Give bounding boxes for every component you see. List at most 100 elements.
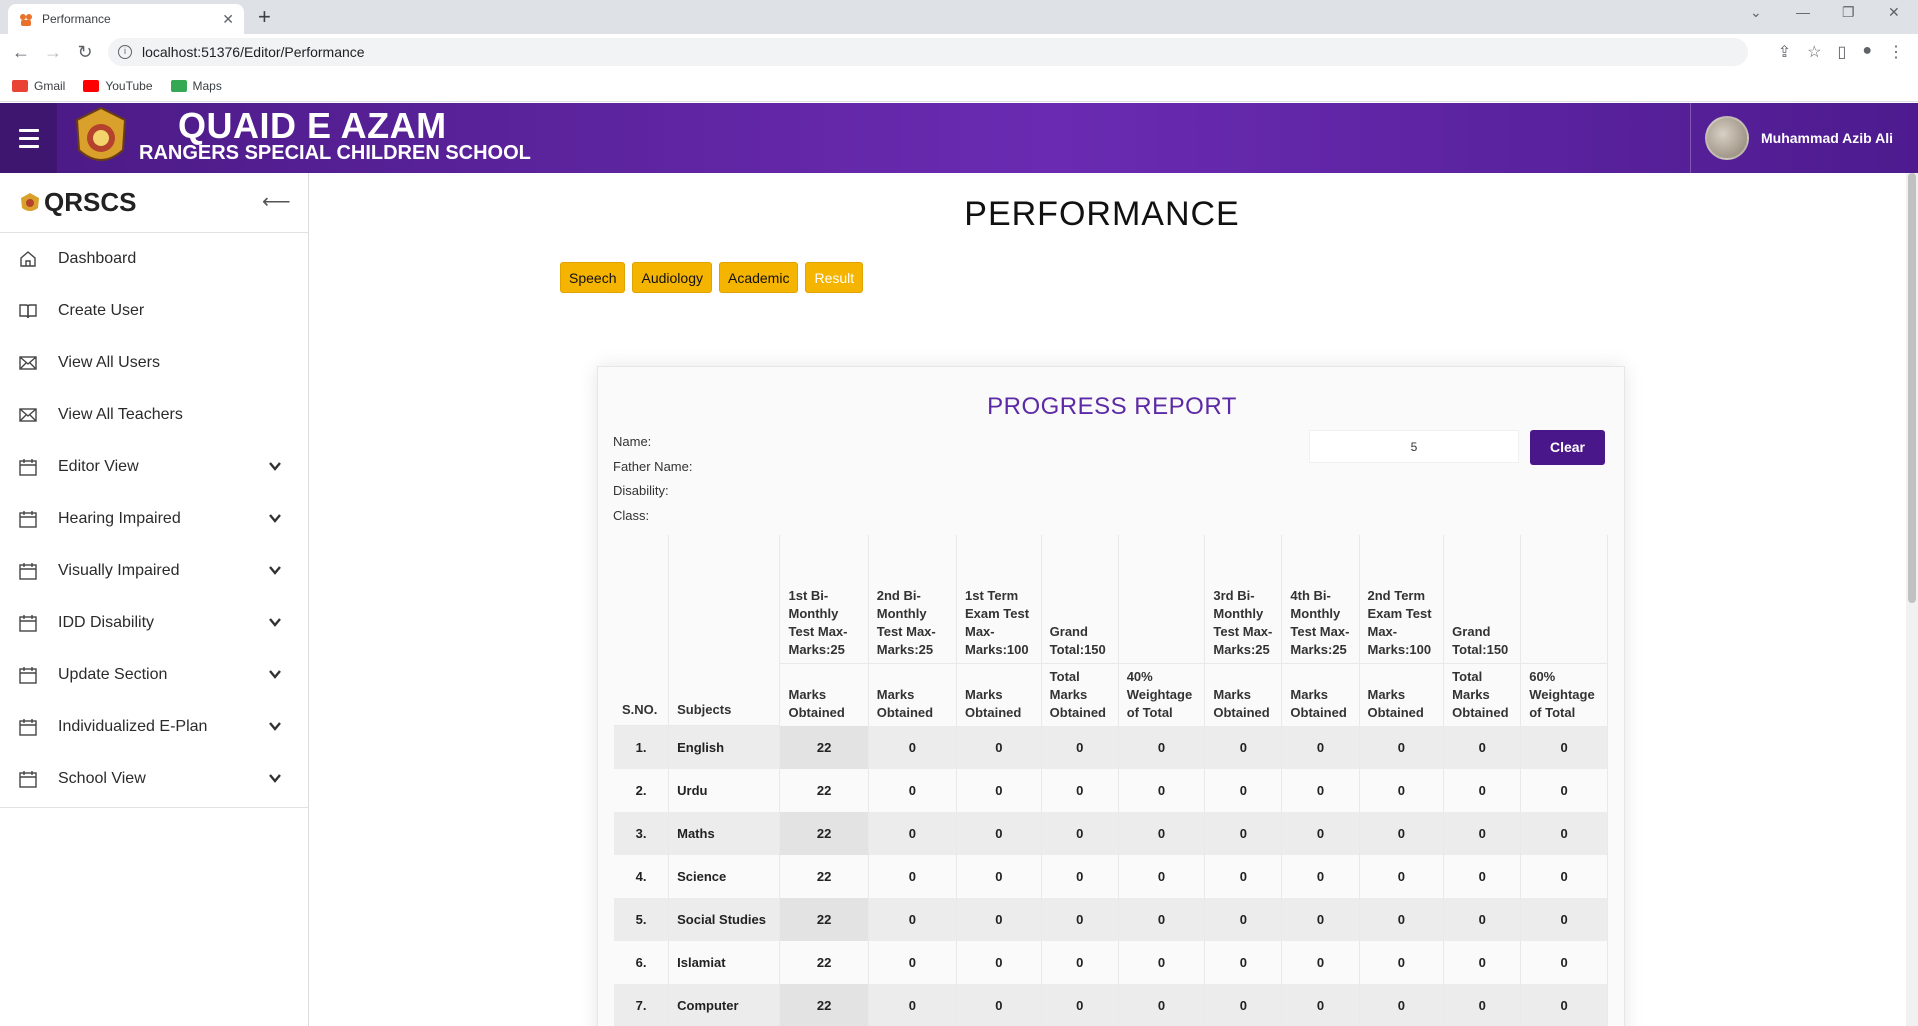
chevron-down-icon[interactable] — [268, 459, 282, 473]
performance-tabs: Speech Audiology Academic Result — [560, 262, 864, 293]
page-scrollbar[interactable] — [1906, 173, 1918, 1026]
marks-cell: 0 — [868, 768, 957, 812]
tab-speech[interactable]: Speech — [560, 262, 626, 293]
marks-cell: 0 — [1281, 725, 1360, 769]
calendar-icon — [18, 717, 38, 737]
marks-cell: 22 — [779, 811, 869, 855]
sidebar-item-editor-view[interactable]: Editor View — [0, 441, 309, 493]
maps-icon — [170, 79, 187, 92]
sidebar-item-label: IDD Disability — [58, 614, 155, 631]
column-header: Marks Obtained — [956, 663, 1042, 726]
hamburger-menu-icon[interactable] — [0, 103, 57, 173]
tab-result[interactable]: Result — [805, 262, 864, 293]
marks-cell: 0 — [1204, 897, 1283, 941]
menu-kebab-icon[interactable]: ⋮ — [1888, 42, 1904, 62]
chevron-down-icon[interactable] — [268, 511, 282, 525]
site-info-icon[interactable]: i — [118, 45, 132, 59]
marks-cell: 0 — [1359, 725, 1445, 769]
student-id-input[interactable]: 5 — [1309, 430, 1519, 463]
sidebar-item-dashboard[interactable]: Dashboard — [0, 233, 309, 285]
new-tab-icon[interactable]: + — [258, 6, 271, 28]
tab-academic[interactable]: Academic — [718, 262, 799, 293]
sidebar-item-view-all-teachers[interactable]: View All Teachers — [0, 389, 309, 441]
main-content: PERFORMANCE Speech Audiology Academic Re… — [310, 173, 1906, 1026]
marks-cell: 0 — [1118, 768, 1206, 812]
youtube-icon — [83, 79, 100, 92]
calendar-icon — [18, 769, 38, 789]
marks-cell: 0 — [1041, 768, 1119, 812]
marks-cell: 0 — [956, 940, 1042, 984]
chevron-down-icon[interactable] — [268, 667, 282, 681]
browser-tab[interactable]: Performance ✕ — [8, 4, 244, 34]
bookmark-youtube[interactable]: YouTube — [83, 79, 153, 93]
sno-cell: 7. — [614, 983, 670, 1026]
marks-cell: 0 — [1041, 725, 1119, 769]
chevron-down-icon[interactable] — [268, 563, 282, 577]
bookmark-star-icon[interactable]: ☆ — [1807, 42, 1821, 62]
calendar-icon — [18, 561, 38, 581]
sidebar-brand[interactable]: QRSCS — [20, 187, 136, 218]
subject-cell: Urdu — [668, 768, 781, 812]
sidebar-item-school-view[interactable]: School View — [0, 753, 309, 805]
sidebar-item-individualized-e-plan[interactable]: Individualized E-Plan — [0, 701, 309, 753]
column-header: Marks Obtained — [1281, 663, 1360, 726]
chevron-down-icon[interactable] — [268, 719, 282, 733]
window-close-icon[interactable]: ✕ — [1888, 4, 1900, 21]
sidebar-item-label: View All Teachers — [58, 406, 183, 423]
marks-cell: 0 — [1443, 897, 1522, 941]
marks-cell: 0 — [1520, 897, 1608, 941]
column-header: 60% Weightage of Total — [1520, 663, 1608, 726]
address-bar[interactable]: i localhost:51376/Editor/Performance — [108, 38, 1748, 66]
browser-toolbar: ← → ↻ i localhost:51376/Editor/Performan… — [0, 34, 1918, 70]
avatar[interactable] — [1705, 116, 1749, 160]
side-panel-icon[interactable]: ▯ — [1838, 42, 1847, 62]
sno-cell: 3. — [614, 811, 670, 855]
sidebar-item-view-all-users[interactable]: View All Users — [0, 337, 309, 389]
collapse-arrow-icon[interactable]: ⟵ — [262, 189, 291, 214]
marks-cell: 0 — [868, 983, 957, 1026]
clear-button[interactable]: Clear — [1530, 430, 1605, 465]
bookmark-label: Gmail — [34, 78, 66, 93]
father-name-label: Father Name: — [613, 458, 693, 474]
bookmark-gmail[interactable]: Gmail — [12, 79, 65, 93]
restore-icon[interactable]: ❐ — [1842, 4, 1855, 21]
reload-icon[interactable]: ↻ — [74, 42, 96, 63]
marks-cell: 0 — [1520, 940, 1608, 984]
chevron-down-icon[interactable] — [268, 615, 282, 629]
marks-cell: 0 — [1520, 854, 1608, 898]
forward-icon[interactable]: → — [42, 42, 64, 63]
marks-cell: 0 — [956, 768, 1042, 812]
marks-cell: 0 — [868, 854, 957, 898]
marks-cell: 0 — [1281, 811, 1360, 855]
sidebar-item-hearing-impaired[interactable]: Hearing Impaired — [0, 493, 309, 545]
column-group-header: 4th Bi-Monthly Test Max-Marks:25 — [1281, 535, 1360, 664]
tab-search-icon[interactable]: ⌄ — [1750, 4, 1762, 21]
sno-cell: 5. — [614, 897, 670, 941]
share-icon[interactable]: ⇪ — [1778, 42, 1791, 62]
column-header: Marks Obtained — [779, 663, 869, 726]
chevron-down-icon[interactable] — [268, 771, 282, 785]
user-profile[interactable]: Muhammad Azib Ali — [1690, 103, 1918, 173]
back-icon[interactable]: ← — [10, 42, 32, 63]
sidebar-item-update-section[interactable]: Update Section — [0, 649, 309, 701]
subject-cell: Social Studies — [668, 897, 781, 941]
marks-cell: 0 — [868, 811, 957, 855]
tab-audiology[interactable]: Audiology — [632, 262, 712, 293]
bookmark-maps[interactable]: Maps — [170, 79, 222, 93]
column-group-header: 2nd Term Exam Test Max-Marks:100 — [1359, 535, 1445, 664]
column-group-header: Grand Total:150 — [1041, 535, 1119, 664]
sidebar-item-create-user[interactable]: Create User — [0, 285, 309, 337]
sidebar-item-idd-disability[interactable]: IDD Disability — [0, 597, 309, 649]
minimize-icon[interactable]: — — [1796, 4, 1810, 20]
tab-close-icon[interactable]: ✕ — [222, 11, 234, 28]
marks-cell: 0 — [1281, 854, 1360, 898]
table-row: 6. Islamiat 22 0 0 0 0 0 0 0 0 0 — [614, 940, 1608, 984]
marks-cell: 0 — [1443, 811, 1522, 855]
marks-cell: 0 — [1359, 983, 1445, 1026]
sidebar-item-visually-impaired[interactable]: Visually Impaired — [0, 545, 309, 597]
scrollbar-thumb[interactable] — [1908, 173, 1916, 603]
marks-cell: 0 — [1118, 940, 1206, 984]
marks-cell: 0 — [1281, 983, 1360, 1026]
profile-icon[interactable]: ● — [1862, 42, 1872, 62]
table-row: 3. Maths 22 0 0 0 0 0 0 0 0 0 — [614, 811, 1608, 855]
